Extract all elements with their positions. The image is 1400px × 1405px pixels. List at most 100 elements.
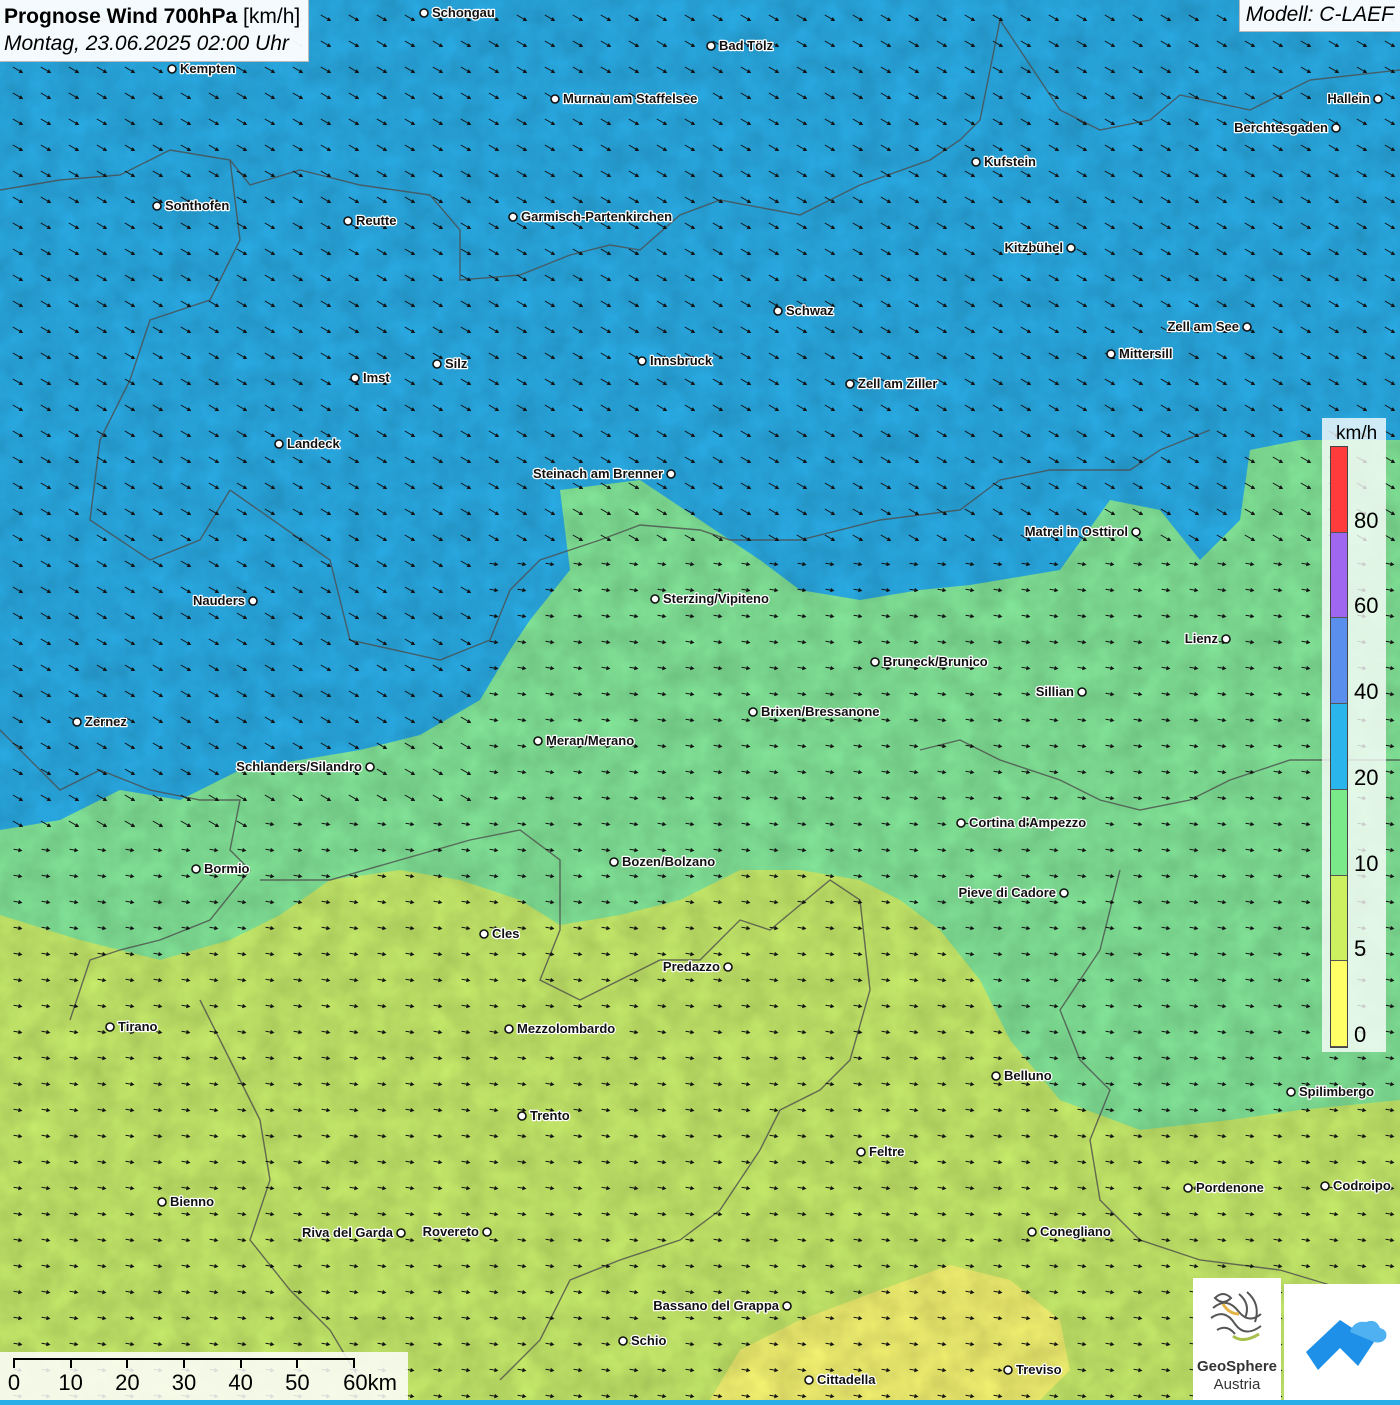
city-dot [846,380,854,388]
city-label: Sonthofen [165,198,229,213]
logo-name: GeoSphere [1193,1358,1281,1375]
city-dot [1184,1184,1192,1192]
scale-tick [183,1358,185,1368]
city-marker[interactable]: Cortina d'Ampezzo [957,815,1086,830]
city-dot [783,1302,791,1310]
legend-swatch [1331,447,1347,533]
city-dot [1332,124,1340,132]
city-label: Bad Tölz [719,38,774,53]
legend-swatch [1331,618,1347,704]
city-marker[interactable]: Bruneck/Brunico [871,654,988,669]
city-label: Bormio [204,861,250,876]
scale-label: 10 [58,1370,82,1396]
city-dot [351,374,359,382]
city-dot [871,658,879,666]
city-dot [158,1198,166,1206]
scale-label: 40 [228,1370,252,1396]
city-label: Mezzolombardo [517,1021,615,1036]
app-logo[interactable] [1284,1284,1400,1400]
city-dot [433,360,441,368]
model-label: Modell: C-LAEF [1239,0,1400,32]
city-dot [1004,1366,1012,1374]
city-label: Schlanders/Silandro [236,759,362,774]
city-dot [420,9,428,17]
city-dot [397,1229,405,1237]
city-dot [1107,350,1115,358]
city-marker[interactable]: Bassano del Grappa [653,1298,791,1313]
city-label: Landeck [287,436,341,451]
city-marker[interactable]: Conegliano [1028,1224,1111,1239]
city-label: Schongau [432,5,495,20]
city-dot [1132,528,1140,536]
city-label: Kufstein [984,154,1036,169]
city-dot [619,1337,627,1345]
scale-bar: 0102030405060km [0,1352,408,1400]
city-label: Schwaz [786,303,834,318]
city-dot [1060,889,1068,897]
city-dot [774,307,782,315]
city-marker[interactable]: Innsbruck [638,353,713,368]
city-dot [551,95,559,103]
map-title-box: Prognose Wind 700hPa [km/h] Montag, 23.0… [0,0,309,62]
city-marker[interactable]: Brixen/Bressanone [749,704,880,719]
city-label: Reutte [356,213,396,228]
city-marker[interactable]: Sonthofen [153,198,229,213]
city-dot [1067,244,1075,252]
city-marker[interactable]: Zell am See [1167,319,1251,334]
city-label: Hallein [1327,91,1370,106]
city-marker[interactable]: Mezzolombardo [505,1021,615,1036]
city-marker[interactable]: Zell am Ziller [846,376,937,391]
city-marker[interactable]: Schlanders/Silandro [236,759,374,774]
city-marker[interactable]: Meran/Merano [534,733,634,748]
city-label: Sterzing/Vipiteno [663,591,769,606]
wind-map[interactable]: Schongau Bad Tölz Kempten Murnau am Staffel… [0,0,1400,1400]
city-label: Lienz [1185,631,1219,646]
city-marker[interactable]: Berchtesgaden [1234,120,1340,135]
city-dot [106,1023,114,1031]
cloud-app-icon [1284,1284,1400,1400]
city-marker[interactable]: Pordenone [1184,1180,1264,1195]
title-unit: [km/h] [243,5,300,28]
scale-label: 20 [115,1370,139,1396]
city-label: Matrei in Osttirol [1025,524,1128,539]
city-label: Kempten [180,61,236,76]
city-dot [344,217,352,225]
city-label: Zell am Ziller [858,376,937,391]
city-label: Innsbruck [650,353,713,368]
city-marker[interactable]: Steinach am Brenner [533,466,675,481]
city-dot [651,595,659,603]
city-marker[interactable]: Murnau am Staffelsee [551,91,697,106]
city-dot [73,718,81,726]
logo-sub: Austria [1193,1376,1281,1393]
legend-color-bar [1330,446,1348,1048]
legend-unit: km/h [1336,423,1377,445]
city-marker[interactable]: Schongau [420,5,495,20]
city-dot [707,42,715,50]
city-marker[interactable]: Garmisch-Partenkirchen [509,209,672,224]
city-marker[interactable]: Bozen/Bolzano [610,854,715,869]
city-label: Mittersill [1119,346,1172,361]
city-label: Rovereto [423,1224,479,1239]
city-dot [638,357,646,365]
city-marker[interactable]: Sterzing/Vipiteno [651,591,769,606]
city-label: Bozen/Bolzano [622,854,715,869]
scale-tick [240,1358,242,1368]
city-label: Cortina d'Ampezzo [969,815,1086,830]
forecast-datetime: Montag, 23.06.2025 02:00 Uhr [4,31,300,57]
geosphere-logo[interactable]: GeoSphere Austria [1193,1278,1281,1400]
map-title: Prognose Wind 700hPa [km/h] [4,3,300,31]
city-label: Predazzo [663,959,720,974]
city-marker[interactable]: Riva del Garda [302,1225,405,1240]
city-label: Imst [363,370,390,385]
city-dot [1028,1228,1036,1236]
city-dot [509,213,517,221]
scale-tick [70,1358,72,1368]
legend-swatch [1331,876,1347,962]
city-marker[interactable]: Matrei in Osttirol [1025,524,1140,539]
city-dot [505,1025,513,1033]
city-dot [192,865,200,873]
city-marker[interactable]: Pieve di Cadore [958,885,1068,900]
city-label: Steinach am Brenner [533,466,663,481]
city-marker[interactable]: Spilimbergo [1287,1084,1374,1099]
geosphere-logo-icon [1193,1278,1281,1358]
